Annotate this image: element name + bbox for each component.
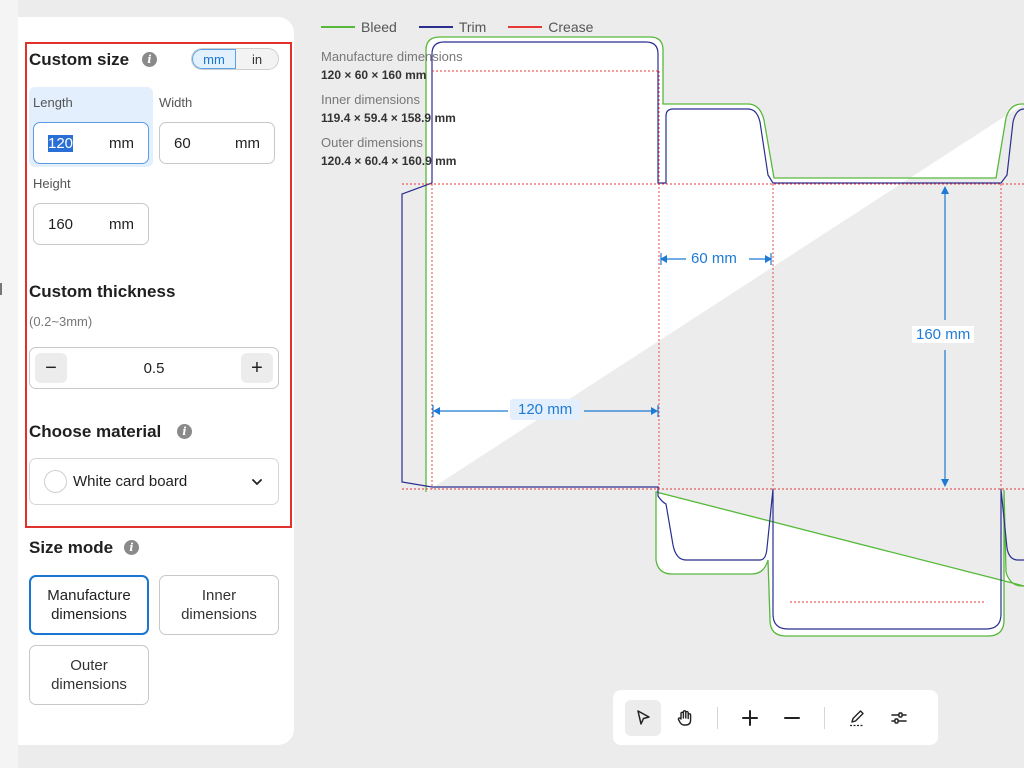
sliders-icon <box>891 711 907 724</box>
width-label: Width <box>159 95 193 110</box>
custom-thickness-title: Custom thickness <box>29 282 176 301</box>
pencil-icon <box>850 709 864 726</box>
minus-icon <box>784 716 800 719</box>
height-unit: mm <box>109 215 134 233</box>
select-tool-button[interactable] <box>625 699 661 736</box>
bleed-swatch <box>321 26 355 28</box>
choose-material-title: Choose material <box>29 422 162 441</box>
unit-mm-option[interactable]: mm <box>192 49 236 69</box>
pan-tool-button[interactable] <box>667 700 703 736</box>
hand-icon <box>677 709 692 726</box>
outer-dimensions-button[interactable]: Outer dimensions <box>29 645 149 705</box>
dimensions-info: Manufacture dimensions 120 × 60 × 160 mm… <box>321 49 501 168</box>
manufacture-dimensions-label: Manufacture dimensions <box>321 49 463 64</box>
increase-button[interactable]: + <box>241 353 273 383</box>
pointer-icon <box>637 709 650 725</box>
edit-tool-button[interactable] <box>839 700 875 736</box>
legend-trim-label: Trim <box>458 19 487 35</box>
length-value: 120 <box>48 134 74 152</box>
zoom-in-button[interactable] <box>732 700 768 736</box>
manufacture-dimensions-value: 120 × 60 × 160 mm <box>321 68 427 82</box>
plus-icon <box>742 709 758 726</box>
chevron-down-icon <box>252 478 262 485</box>
inner-dimensions-button[interactable]: Inner dimensions <box>159 575 279 635</box>
length-label: Length <box>33 95 73 110</box>
line-legend: Bleed Trim Crease <box>321 19 615 35</box>
manufacture-dimensions-button[interactable]: Manufacture dimensions <box>29 575 149 635</box>
edge-tick <box>0 283 2 295</box>
outer-dimensions-value: 120.4 × 60.4 × 160.9 mm <box>321 154 457 168</box>
height-value: 160 <box>48 215 74 233</box>
height-input[interactable]: 160 mm <box>33 203 149 245</box>
toolbar-divider <box>824 706 825 729</box>
legend-bleed-label: Bleed <box>361 19 397 35</box>
height-label: Height <box>33 176 71 191</box>
width-input[interactable]: 60 mm <box>159 122 275 164</box>
size-mode-title: Size mode <box>29 538 114 557</box>
info-icon[interactable]: i <box>177 424 192 439</box>
toolbar-divider <box>717 706 718 729</box>
adjacent-panel-edge <box>0 0 18 768</box>
inner-dimensions-label: Inner dimensions <box>321 92 420 107</box>
unit-in-option[interactable]: in <box>236 49 278 69</box>
legend-crease: Crease <box>508 19 593 35</box>
width-unit: mm <box>235 134 260 152</box>
custom-size-title: Custom size <box>29 50 130 69</box>
info-icon[interactable]: i <box>142 52 157 67</box>
zoom-out-button[interactable] <box>774 700 810 736</box>
height-dimension-label: 160 mm <box>912 326 975 343</box>
length-unit: mm <box>109 134 134 152</box>
legend-trim: Trim <box>418 19 487 35</box>
length-dimension-label: 120 mm <box>510 399 581 420</box>
decrease-button[interactable]: − <box>35 353 67 383</box>
unit-toggle[interactable]: mm in <box>191 48 279 70</box>
material-selected: White card board <box>73 473 188 490</box>
material-select[interactable]: White card board <box>29 458 279 505</box>
legend-bleed: Bleed <box>321 19 397 35</box>
trim-swatch <box>418 26 453 28</box>
width-value: 60 <box>174 134 191 152</box>
thickness-range: (0.2~3mm) <box>29 314 93 329</box>
width-dimension-label: 60 mm <box>687 250 741 267</box>
info-icon[interactable]: i <box>124 540 139 555</box>
legend-crease-label: Crease <box>548 19 594 35</box>
thickness-stepper: 0.5 − + <box>29 347 279 389</box>
inner-dimensions-value: 119.4 × 59.4 × 158.9 mm <box>321 111 456 125</box>
length-input[interactable]: 120 mm <box>33 122 149 164</box>
settings-tool-button[interactable] <box>881 700 917 736</box>
material-swatch <box>44 470 67 493</box>
crease-swatch <box>508 26 543 28</box>
outer-dimensions-label: Outer dimensions <box>321 135 423 150</box>
canvas-toolbar <box>613 690 938 745</box>
